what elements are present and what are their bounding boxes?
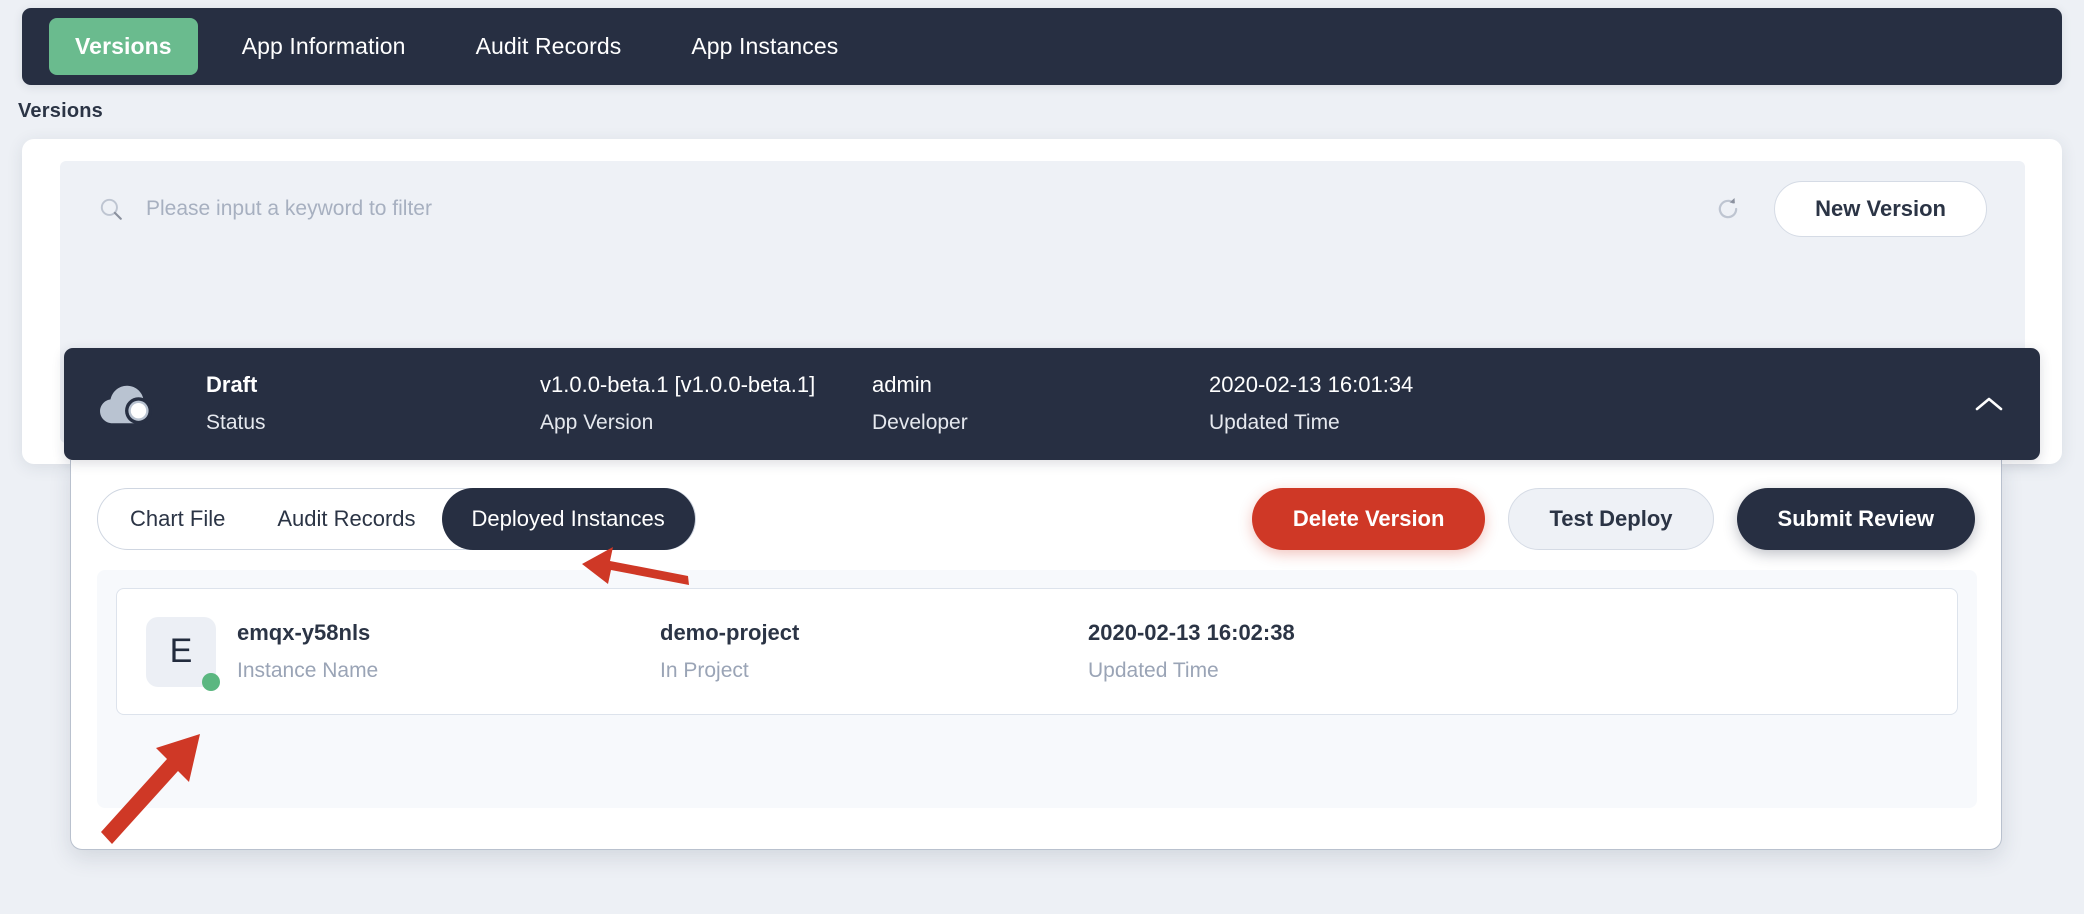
instance-project-column: demo-project In Project (660, 620, 799, 683)
app-version-column: v1.0.0-beta.1 [v1.0.0-beta.1] App Versio… (540, 373, 815, 434)
segment-chart-file-label: Chart File (130, 506, 226, 531)
refresh-icon[interactable] (1714, 195, 1742, 223)
tab-versions[interactable]: Versions (49, 18, 198, 75)
chevron-up-icon[interactable] (1974, 395, 2004, 413)
instance-updated-label: Updated Time (1088, 659, 1219, 682)
detail-action-buttons: Delete Version Test Deploy Submit Review (1251, 488, 1975, 550)
submit-review-button[interactable]: Submit Review (1736, 488, 1975, 550)
instance-name-value: emqx-y58nls (237, 620, 371, 645)
developer-column: admin Developer (872, 373, 968, 434)
app-version-value: v1.0.0-beta.1 [v1.0.0-beta.1] (540, 372, 816, 398)
detail-toolbar: Chart File Audit Records Deployed Instan… (71, 484, 2001, 554)
deployed-instances-list: E emqx-y58nls Instance Name demo-project… (97, 570, 1977, 808)
tab-audit-records[interactable]: Audit Records (450, 18, 648, 75)
version-status-column: Draft Status (206, 373, 266, 434)
updated-time-value: 2020-02-13 16:01:34 (1209, 372, 1414, 398)
segment-deployed-instances-label: Deployed Instances (471, 506, 665, 531)
tab-app-information-label: App Information (241, 33, 406, 59)
version-status-value: Draft (206, 372, 258, 398)
version-detail-panel: Chart File Audit Records Deployed Instan… (70, 460, 2002, 850)
app-version-label: App Version (540, 410, 654, 434)
search-icon (100, 198, 122, 220)
delete-version-button[interactable]: Delete Version (1251, 488, 1486, 550)
page-title: Versions (18, 100, 103, 122)
tab-app-instances-label: App Instances (691, 33, 839, 59)
instance-name-label: Instance Name (237, 659, 379, 682)
tab-app-instances[interactable]: App Instances (665, 18, 864, 75)
version-summary-row[interactable]: Draft Status v1.0.0-beta.1 [v1.0.0-beta.… (64, 348, 2040, 460)
tab-audit-records-label: Audit Records (475, 33, 622, 59)
instance-updated-value: 2020-02-13 16:02:38 (1088, 620, 1295, 645)
filter-toolbar: New Version (60, 161, 2025, 256)
updated-time-label: Updated Time (1209, 410, 1340, 434)
detail-segmented-control: Chart File Audit Records Deployed Instan… (97, 488, 696, 550)
tab-versions-label: Versions (75, 33, 172, 59)
new-version-button[interactable]: New Version (1774, 180, 1987, 237)
developer-value: admin (872, 372, 932, 398)
instance-project-label: In Project (660, 659, 749, 682)
updated-time-column: 2020-02-13 16:01:34 Updated Time (1209, 373, 1413, 434)
search-input[interactable] (146, 188, 1715, 229)
cloud-status-icon (100, 385, 152, 425)
segment-chart-file[interactable]: Chart File (98, 488, 251, 550)
version-status-label: Status (206, 410, 266, 434)
instance-row[interactable]: E emqx-y58nls Instance Name demo-project… (116, 588, 1958, 715)
segment-audit-records-label: Audit Records (277, 506, 416, 531)
instance-updated-column: 2020-02-13 16:02:38 Updated Time (1088, 620, 1295, 683)
top-navigation-bar: Versions App Information Audit Records A… (22, 8, 2062, 85)
instance-name-column: emqx-y58nls Instance Name (237, 620, 378, 683)
test-deploy-button[interactable]: Test Deploy (1508, 488, 1714, 550)
instance-status-dot (202, 672, 220, 691)
avatar-wrapper: E (146, 616, 220, 691)
tab-app-information[interactable]: App Information (216, 18, 432, 75)
segment-deployed-instances[interactable]: Deployed Instances (441, 488, 695, 550)
segment-audit-records[interactable]: Audit Records (251, 488, 441, 550)
developer-label: Developer (872, 410, 968, 434)
instance-project-value: demo-project (660, 620, 800, 645)
app-root: Versions App Information Audit Records A… (0, 0, 2084, 914)
